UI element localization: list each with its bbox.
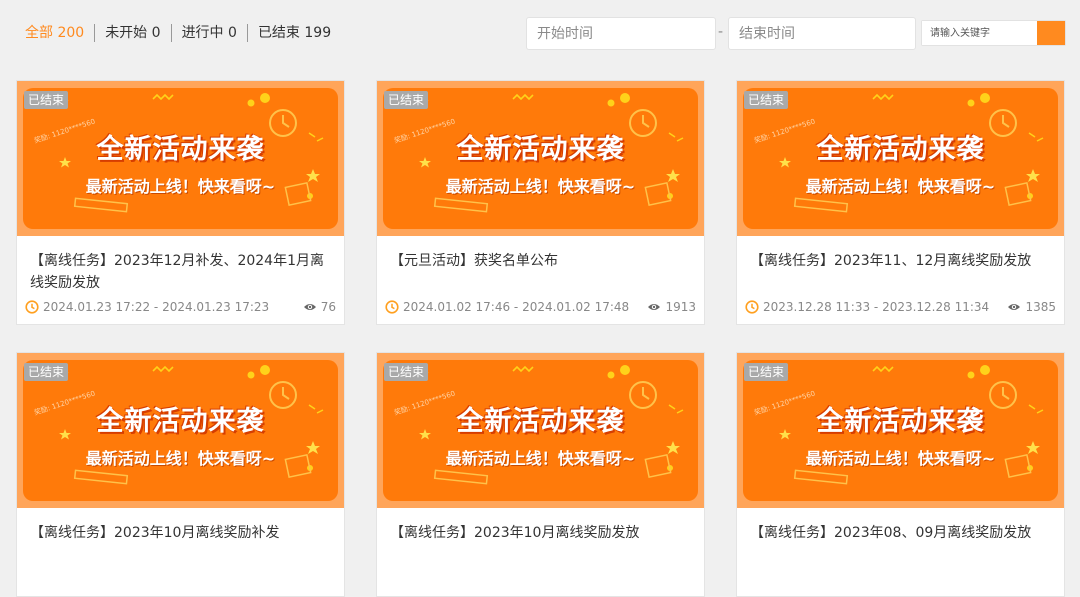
card-title[interactable]: 【离线任务】2023年12月补发、2024年1月离线奖励发放	[30, 250, 335, 294]
eye-icon	[1008, 304, 1021, 310]
banner-subline: 最新活动上线！快来看呀~	[805, 177, 996, 196]
card-body: 【元旦活动】获奖名单公布 2024.01.02 17:46 - 2024.01.…	[377, 236, 704, 324]
filter-tab-ended[interactable]: 已结束 199	[248, 22, 341, 44]
card-body: 【离线任务】2023年08、09月离线奖励发放	[737, 508, 1064, 596]
search-input[interactable]	[922, 21, 1037, 45]
activity-banner-image: 奖励: 1120****560 已结束 全新活动来袭 最新活动上线！快来看呀~	[17, 353, 344, 508]
filter-label: 全部	[25, 25, 53, 41]
card-time-range: 2024.01.23 17:22 - 2024.01.23 17:23	[43, 300, 270, 314]
status-badge: 已结束	[744, 363, 789, 381]
card-title[interactable]: 【元旦活动】获奖名单公布	[390, 250, 695, 272]
status-badge: 已结束	[24, 363, 69, 381]
card-meta: 2024.01.23 17:22 - 2024.01.23 17:23 76	[25, 299, 336, 315]
banner-subline: 最新活动上线！快来看呀~	[805, 449, 996, 468]
search-box	[921, 20, 1066, 46]
card-time-range: 2024.01.02 17:46 - 2024.01.02 17:48	[403, 300, 630, 314]
clock-icon	[25, 300, 39, 314]
card-time-range: 2023.12.28 11:33 - 2023.12.28 11:34	[763, 300, 990, 314]
filter-count: 199	[304, 25, 332, 41]
filter-label: 进行中	[181, 25, 224, 41]
card-body: 【离线任务】2023年10月离线奖励发放	[377, 508, 704, 596]
filter-label: 未开始	[105, 25, 148, 41]
banner-headline: 全新活动来袭	[456, 406, 625, 437]
activity-card[interactable]: 奖励: 1120****560 已结束 全新活动来袭 最新活动上线！快来看呀~ …	[376, 80, 705, 325]
card-title[interactable]: 【离线任务】2023年10月离线奖励补发	[30, 522, 335, 544]
status-badge: 已结束	[744, 91, 789, 109]
filter-count: 0	[228, 25, 237, 41]
toolbar: 全部 200 未开始 0 进行中 0 已结束 199 -	[0, 0, 1080, 66]
card-body: 【离线任务】2023年10月离线奖励补发	[17, 508, 344, 596]
eye-icon	[648, 304, 661, 310]
activity-card[interactable]: 奖励: 1120****560 已结束 全新活动来袭 最新活动上线！快来看呀~ …	[736, 352, 1065, 597]
clock-icon	[385, 300, 399, 314]
activity-card[interactable]: 奖励: 1120****560 已结束 全新活动来袭 最新活动上线！快来看呀~ …	[736, 80, 1065, 325]
card-title[interactable]: 【离线任务】2023年08、09月离线奖励发放	[750, 522, 1055, 544]
view-count: 76	[303, 300, 336, 314]
card-body: 【离线任务】2023年11、12月离线奖励发放 2023.12.28 11:33…	[737, 236, 1064, 324]
banner-headline: 全新活动来袭	[456, 134, 625, 165]
banner-subline: 最新活动上线！快来看呀~	[85, 177, 276, 196]
view-count-value: 76	[320, 300, 336, 314]
activity-banner-image: 奖励: 1120****560 已结束 全新活动来袭 最新活动上线！快来看呀~	[377, 81, 704, 236]
filter-tab-not-started[interactable]: 未开始 0	[95, 22, 170, 44]
view-count-value: 1385	[1025, 300, 1056, 314]
start-date-input[interactable]	[526, 17, 716, 50]
banner-subline: 最新活动上线！快来看呀~	[85, 449, 276, 468]
activity-banner-image: 奖励: 1120****560 已结束 全新活动来袭 最新活动上线！快来看呀~	[377, 353, 704, 508]
status-badge: 已结束	[24, 91, 69, 109]
eye-icon	[303, 304, 316, 310]
view-count: 1913	[647, 300, 696, 314]
card-meta: 2023.12.28 11:33 - 2023.12.28 11:34 1385	[745, 299, 1056, 315]
banner-subline: 最新活动上线！快来看呀~	[445, 177, 636, 196]
date-range-separator: -	[718, 24, 724, 40]
card-body: 【离线任务】2023年12月补发、2024年1月离线奖励发放 2024.01.2…	[17, 236, 344, 324]
activity-card[interactable]: 奖励: 1120****560 已结束 全新活动来袭 最新活动上线！快来看呀~ …	[16, 80, 345, 325]
end-date-input[interactable]	[728, 17, 916, 50]
banner-headline: 全新活动来袭	[816, 406, 985, 437]
banner-headline: 全新活动来袭	[816, 134, 985, 165]
banner-headline: 全新活动来袭	[96, 406, 265, 437]
filter-count: 0	[151, 25, 161, 41]
filter-tab-all[interactable]: 全部 200	[25, 22, 94, 44]
activity-card[interactable]: 奖励: 1120****560 已结束 全新活动来袭 最新活动上线！快来看呀~ …	[376, 352, 705, 597]
clock-icon	[745, 300, 759, 314]
status-badge: 已结束	[384, 363, 429, 381]
activity-card[interactable]: 奖励: 1120****560 已结束 全新活动来袭 最新活动上线！快来看呀~ …	[16, 352, 345, 597]
activity-banner-image: 奖励: 1120****560 已结束 全新活动来袭 最新活动上线！快来看呀~	[737, 353, 1064, 508]
activity-banner-image: 奖励: 1120****560 已结束 全新活动来袭 最新活动上线！快来看呀~	[737, 81, 1064, 236]
search-button[interactable]	[1037, 21, 1065, 45]
card-title[interactable]: 【离线任务】2023年10月离线奖励发放	[390, 522, 695, 544]
card-meta: 2024.01.02 17:46 - 2024.01.02 17:48 1913	[385, 299, 696, 315]
status-badge: 已结束	[384, 91, 429, 109]
banner-subline: 最新活动上线！快来看呀~	[445, 449, 636, 468]
banner-headline: 全新活动来袭	[96, 134, 265, 165]
view-count-value: 1913	[665, 300, 696, 314]
activity-banner-image: 奖励: 1120****560 已结束 全新活动来袭 最新活动上线！快来看呀~	[17, 81, 344, 236]
filter-label: 已结束	[257, 25, 300, 41]
view-count: 1385	[1007, 300, 1056, 314]
filter-tab-in-progress[interactable]: 进行中 0	[172, 22, 247, 44]
filter-count: 200	[57, 25, 85, 41]
card-title[interactable]: 【离线任务】2023年11、12月离线奖励发放	[750, 250, 1055, 272]
status-filter-tabs: 全部 200 未开始 0 进行中 0 已结束 199	[25, 22, 341, 44]
